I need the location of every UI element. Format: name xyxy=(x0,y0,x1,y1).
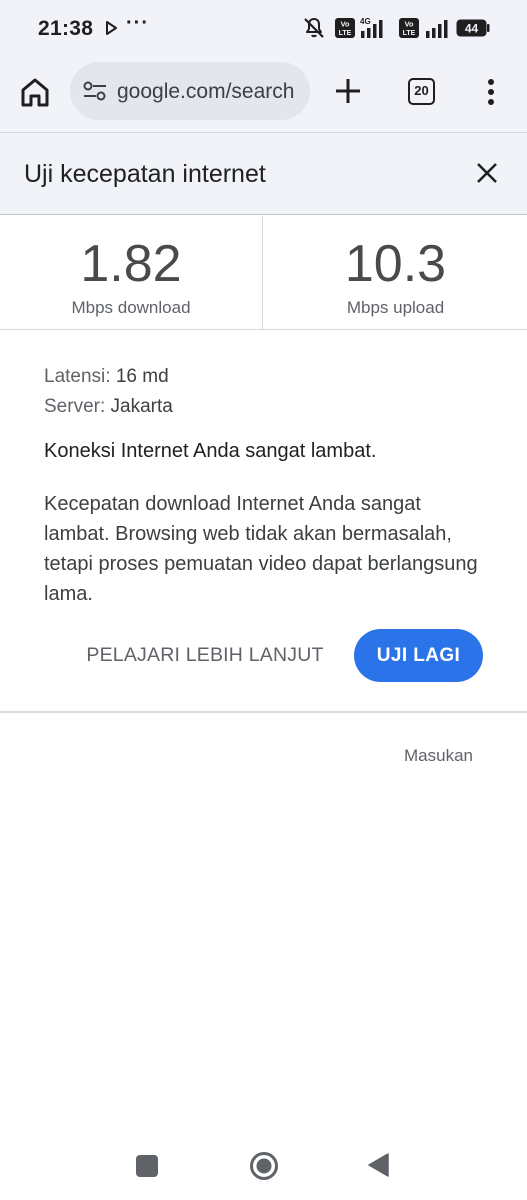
volte-icon-2: Vo LTE xyxy=(399,18,419,38)
latency-row: Latensi: 16 md xyxy=(44,362,504,392)
play-notification-icon xyxy=(106,21,117,35)
retry-test-button[interactable]: UJI LAGI xyxy=(354,629,483,682)
upload-metric: 10.3 Mbps upload xyxy=(264,216,527,330)
volte-icon: Vo LTE xyxy=(335,18,355,38)
upload-value: 10.3 xyxy=(344,235,447,293)
home-icon[interactable] xyxy=(18,75,52,109)
server-value: Jakarta xyxy=(110,396,173,417)
status-bar: 21:38 ··· Vo LTE 4G Vo LTE 44 xyxy=(0,0,527,58)
more-vert-icon[interactable] xyxy=(482,77,500,107)
svg-text:Vo: Vo xyxy=(404,20,413,29)
download-metric: 1.82 Mbps download xyxy=(0,216,263,330)
speed-metrics: 1.82 Mbps download 10.3 Mbps upload xyxy=(0,216,527,330)
speed-test-header: Uji kecepatan internet xyxy=(0,133,527,215)
back-nav-icon[interactable] xyxy=(366,1152,390,1178)
speed-description: Kecepatan download Internet Anda sangat … xyxy=(44,493,478,605)
tune-icon[interactable] xyxy=(82,79,108,103)
browser-toolbar: google.com/search 20 xyxy=(0,58,527,133)
download-unit: Mbps download xyxy=(71,298,191,317)
address-bar[interactable]: google.com/search xyxy=(70,62,310,120)
speed-verdict: Koneksi Internet Anda sangat lambat. xyxy=(44,440,377,462)
close-icon[interactable] xyxy=(475,161,499,185)
svg-text:4G: 4G xyxy=(360,17,371,26)
status-time: 21:38 xyxy=(38,17,94,40)
download-value: 1.82 xyxy=(80,235,182,293)
svg-text:LTE: LTE xyxy=(403,30,416,37)
battery-icon: 44 xyxy=(456,19,490,37)
tab-count: 20 xyxy=(414,83,429,98)
signal-icon xyxy=(426,20,448,38)
more-notifications-indicator: ··· xyxy=(126,12,149,34)
svg-text:Vo: Vo xyxy=(340,20,349,29)
latency-value: 16 md xyxy=(115,366,169,387)
server-row: Server: Jakarta xyxy=(44,392,504,422)
home-nav-icon[interactable] xyxy=(249,1151,279,1181)
svg-text:LTE: LTE xyxy=(339,30,352,37)
learn-more-button[interactable]: PELAJARI LEBIH LANJUT xyxy=(80,630,330,680)
feedback-link[interactable]: Masukan xyxy=(404,746,473,766)
url-text: google.com/search xyxy=(117,80,295,103)
mute-icon xyxy=(304,18,324,38)
recent-apps-button[interactable] xyxy=(136,1155,158,1177)
latency-label: Latensi: xyxy=(44,366,111,387)
tab-switcher-button[interactable]: 20 xyxy=(408,78,435,105)
test-details: Latensi: 16 md Server: Jakarta xyxy=(44,362,504,422)
new-tab-plus-icon[interactable] xyxy=(334,77,362,105)
battery-level: 44 xyxy=(465,22,479,36)
divider xyxy=(0,711,527,713)
server-label: Server: xyxy=(44,396,106,417)
signal-4g-icon: 4G xyxy=(360,17,383,38)
upload-unit: Mbps upload xyxy=(346,298,445,317)
card-title: Uji kecepatan internet xyxy=(24,160,266,188)
